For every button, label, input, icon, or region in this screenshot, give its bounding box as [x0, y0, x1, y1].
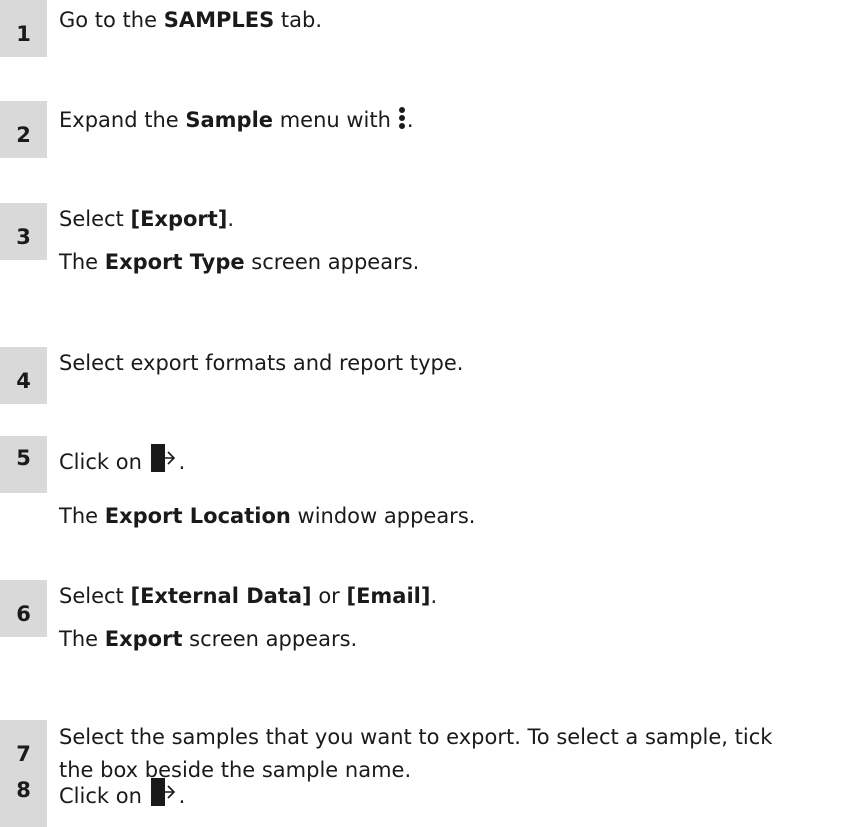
step-number: 1 — [0, 0, 47, 57]
step-instruction: Expand the Sample menu with. — [59, 107, 414, 132]
step-instruction: Click on . — [59, 778, 185, 810]
step-instruction: Select export formats and report type. — [59, 351, 464, 375]
step-number: 6 — [0, 580, 47, 637]
step-result: The Export Type screen appears. — [59, 250, 420, 274]
step-instruction: Go to the SAMPLES tab. — [59, 8, 323, 32]
step-result: The Export screen appears. — [59, 627, 358, 651]
step-number: 7 — [0, 720, 47, 777]
next-arrow-icon — [150, 778, 179, 806]
step-instruction: Click on . — [59, 444, 185, 476]
step-instruction-line-1: Select the samples that you want to expo… — [59, 725, 773, 749]
kebab-menu-icon — [398, 107, 405, 129]
step-result: The Export Location window appears. — [59, 504, 476, 528]
step-number: 4 — [0, 347, 47, 404]
next-arrow-icon — [150, 444, 179, 472]
step-number: 8 — [0, 770, 47, 827]
step-number: 5 — [0, 436, 47, 493]
step-instruction: Select [External Data] or [Email]. — [59, 584, 438, 608]
step-number: 2 — [0, 101, 47, 158]
step-instruction: Select [Export]. — [59, 207, 235, 231]
step-number: 3 — [0, 203, 47, 260]
